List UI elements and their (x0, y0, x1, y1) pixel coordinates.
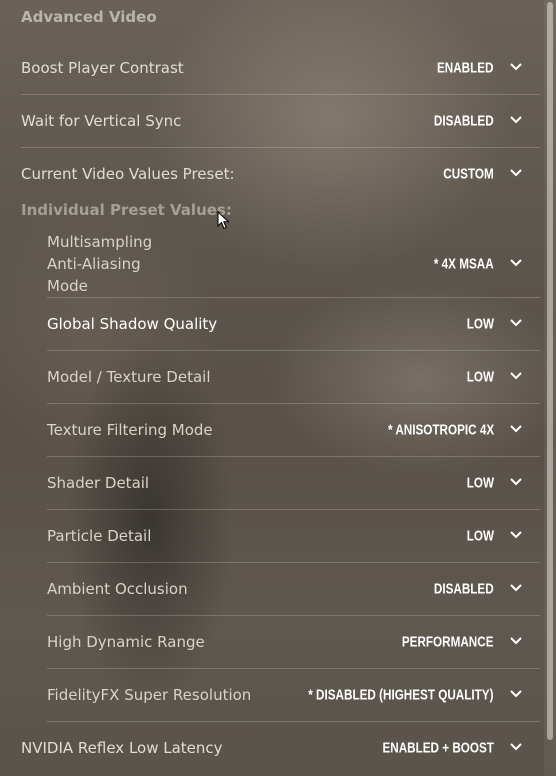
setting-row-boost-player-contrast[interactable]: Boost Player Contrast ENABLED (21, 41, 540, 95)
setting-label: Global Shadow Quality (47, 314, 218, 333)
setting-dropdown-value[interactable]: ENABLED (437, 59, 494, 76)
chevron-down-icon[interactable] (510, 424, 522, 433)
setting-label-line: Multisampling (47, 232, 153, 251)
setting-row-nvidia-reflex-low-latency[interactable]: NVIDIA Reflex Low Latency ENABLED + BOOS… (21, 721, 540, 774)
setting-label: Ambient Occlusion (47, 579, 188, 598)
mouse-pointer-icon (217, 210, 230, 234)
chevron-down-icon[interactable] (510, 742, 522, 751)
scrollbar[interactable] (544, 0, 556, 776)
chevron-down-icon[interactable] (510, 371, 522, 380)
setting-label: Shader Detail (47, 473, 150, 492)
setting-label: High Dynamic Range (47, 632, 205, 651)
setting-dropdown-value[interactable]: LOW (467, 527, 494, 544)
setting-dropdown-value[interactable]: CUSTOM (444, 165, 494, 182)
setting-dropdown-value[interactable]: DISABLED (434, 580, 494, 597)
scrollbar-thumb[interactable] (547, 2, 553, 740)
setting-row-texture-filtering-mode[interactable]: Texture Filtering Mode * ANISOTROPIC 4X (47, 403, 540, 457)
setting-row-global-shadow-quality[interactable]: Global Shadow Quality LOW (47, 297, 540, 351)
setting-label: Multisampling Anti-Aliasing Mode (47, 231, 152, 297)
setting-label: NVIDIA Reflex Low Latency (21, 738, 223, 757)
chevron-down-icon[interactable] (510, 115, 522, 124)
setting-label-line: Mode (47, 276, 88, 295)
chevron-down-icon[interactable] (510, 689, 522, 698)
setting-row-high-dynamic-range[interactable]: High Dynamic Range PERFORMANCE (47, 615, 540, 669)
section-title: Advanced Video (21, 8, 157, 26)
chevron-down-icon[interactable] (510, 636, 522, 645)
advanced-video-panel: Advanced Video Boost Player Contrast ENA… (0, 0, 544, 776)
setting-label: Current Video Values Preset: (21, 164, 235, 183)
chevron-down-icon[interactable] (510, 62, 522, 71)
setting-row-current-video-values-preset[interactable]: Current Video Values Preset: CUSTOM (21, 147, 540, 200)
setting-row-fidelityfx-super-resolution[interactable]: FidelityFX Super Resolution * DISABLED (… (47, 668, 540, 722)
setting-row-ambient-occlusion[interactable]: Ambient Occlusion DISABLED (47, 562, 540, 616)
setting-label: Boost Player Contrast (21, 58, 184, 77)
setting-row-wait-for-vertical-sync[interactable]: Wait for Vertical Sync DISABLED (21, 94, 540, 148)
setting-dropdown-value[interactable]: LOW (467, 315, 494, 332)
setting-dropdown-value[interactable]: PERFORMANCE (402, 633, 494, 650)
setting-row-multisampling-anti-aliasing-mode[interactable]: Multisampling Anti-Aliasing Mode * 4X MS… (47, 230, 540, 298)
setting-row-shader-detail[interactable]: Shader Detail LOW (47, 456, 540, 510)
setting-label: Particle Detail (47, 526, 152, 545)
setting-row-model-texture-detail[interactable]: Model / Texture Detail LOW (47, 350, 540, 404)
chevron-down-icon[interactable] (510, 318, 522, 327)
individual-preset-values-heading: Individual Preset Values: (21, 201, 232, 219)
setting-label: Wait for Vertical Sync (21, 111, 182, 130)
setting-label-line: Anti-Aliasing (47, 254, 141, 273)
chevron-down-icon[interactable] (510, 168, 522, 177)
setting-dropdown-value[interactable]: LOW (467, 474, 494, 491)
setting-row-particle-detail[interactable]: Particle Detail LOW (47, 509, 540, 563)
chevron-down-icon[interactable] (510, 530, 522, 539)
chevron-down-icon[interactable] (510, 477, 522, 486)
setting-label: FidelityFX Super Resolution (47, 685, 252, 704)
setting-dropdown-value[interactable]: * ANISOTROPIC 4X (388, 421, 494, 438)
setting-dropdown-value[interactable]: * DISABLED (HIGHEST QUALITY) (309, 686, 494, 703)
setting-dropdown-value[interactable]: DISABLED (434, 112, 494, 129)
chevron-down-icon[interactable] (510, 583, 522, 592)
setting-label: Model / Texture Detail (47, 367, 211, 386)
chevron-down-icon[interactable] (510, 258, 522, 267)
setting-dropdown-value[interactable]: LOW (467, 368, 494, 385)
setting-dropdown-value[interactable]: ENABLED + BOOST (383, 739, 494, 756)
setting-label: Texture Filtering Mode (47, 420, 213, 439)
setting-dropdown-value[interactable]: * 4X MSAA (434, 255, 494, 272)
